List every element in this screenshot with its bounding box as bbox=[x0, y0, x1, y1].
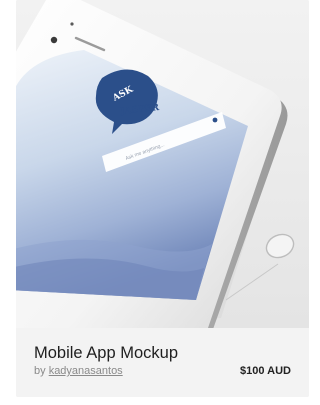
product-byline: by kadyanasantos bbox=[34, 365, 123, 377]
front-camera-icon bbox=[50, 36, 58, 44]
iphone-mockup-illustration: ASK JASPER Ask me anything... bbox=[16, 0, 309, 328]
product-title[interactable]: Mobile App Mockup bbox=[34, 344, 178, 363]
product-thumbnail[interactable]: ASK JASPER Ask me anything... bbox=[16, 0, 309, 328]
product-price: $100 AUD bbox=[240, 365, 291, 377]
product-card[interactable]: ASK JASPER Ask me anything... Mobile App… bbox=[16, 0, 309, 397]
product-info: Mobile App Mockup by kadyanasantos $100 … bbox=[16, 328, 309, 397]
sensor-dot bbox=[70, 22, 74, 26]
mic-icon bbox=[212, 117, 218, 123]
byline-prefix: by bbox=[34, 365, 46, 377]
author-link[interactable]: kadyanasantos bbox=[49, 365, 123, 377]
